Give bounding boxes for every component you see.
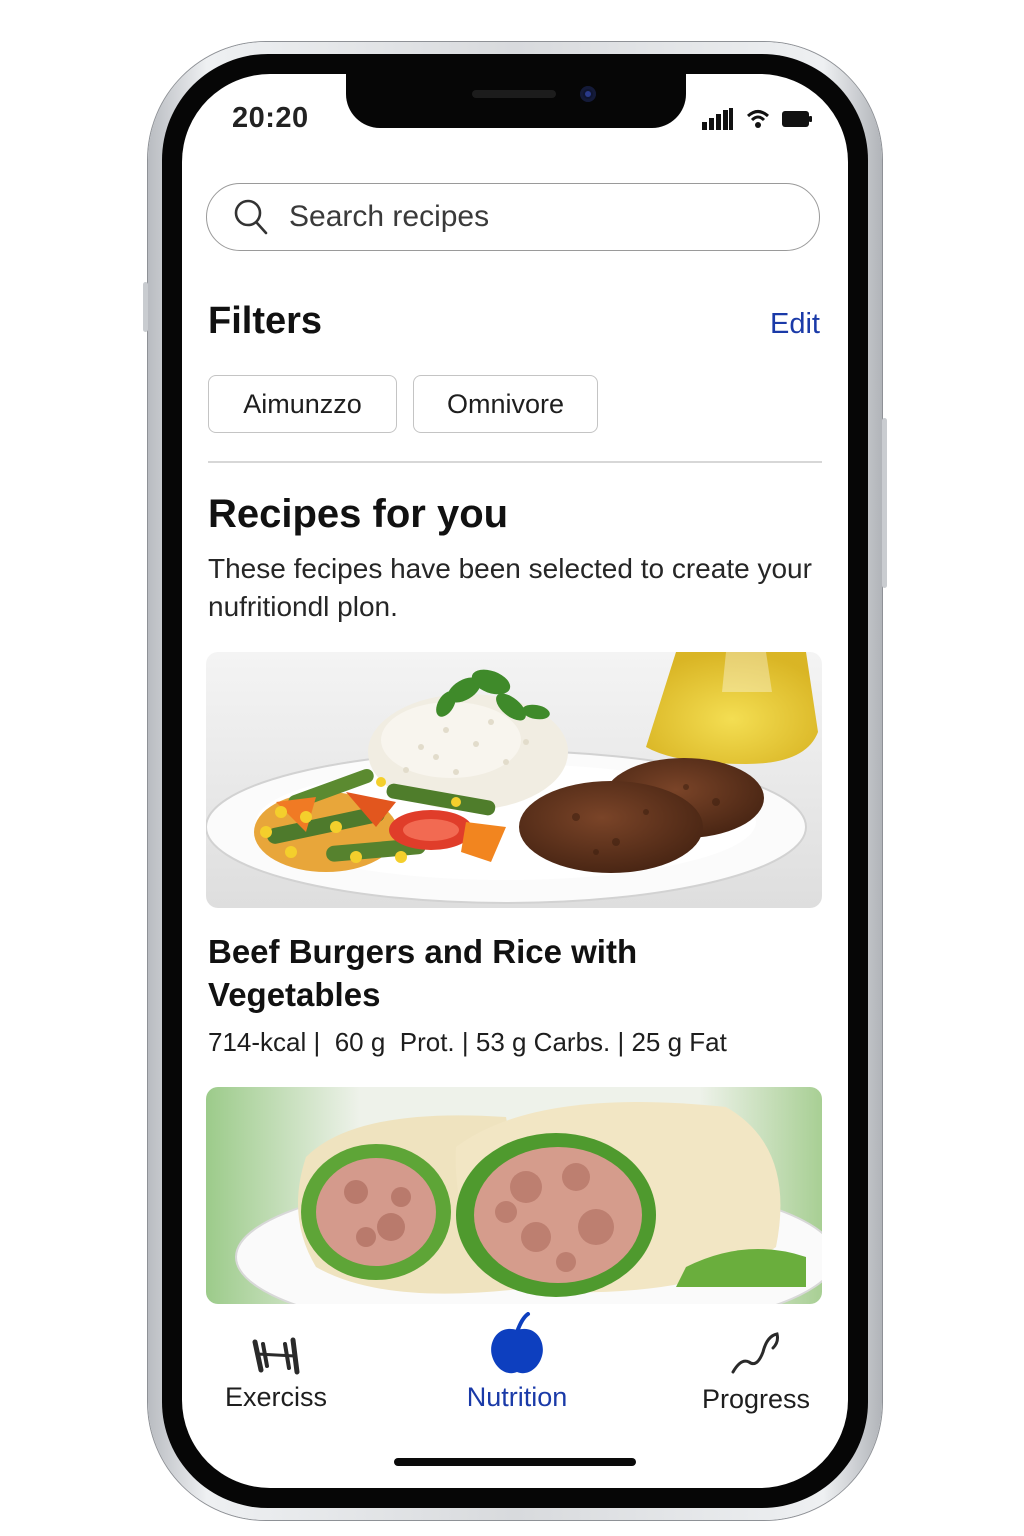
battery-icon — [782, 110, 812, 133]
recipe-image-beef-burgers[interactable] — [206, 652, 822, 908]
bottom-tab-bar: Exerciss Nutrition Progress — [206, 1304, 822, 1429]
recipes-heading: Recipes for you — [208, 492, 509, 536]
apple-icon — [488, 1312, 546, 1376]
front-camera — [580, 86, 596, 102]
recipe-title[interactable]: Beef Burgers and Rice with Vegetables — [208, 930, 768, 1016]
filter-chip-omnivore[interactable]: Omnivore — [413, 375, 598, 433]
status-icons — [702, 108, 812, 135]
speaker-grille — [472, 90, 556, 98]
page: 20:20 Search recipes Filters Edit Aimunz… — [0, 0, 1024, 1536]
tab-nutrition-label: Nutrition — [466, 1382, 568, 1412]
phone-screen: 20:20 Search recipes Filters Edit Aimunz… — [182, 74, 848, 1488]
home-indicator[interactable] — [394, 1458, 636, 1466]
signal-bars-icon — [702, 108, 734, 135]
side-button-mute — [143, 282, 148, 332]
search-icon — [233, 198, 269, 236]
recipes-subtitle: These fecipes have been selected to crea… — [208, 553, 812, 622]
trend-line-icon — [729, 1328, 783, 1378]
tab-nutrition[interactable]: Nutrition — [452, 1304, 582, 1413]
recipe-macros: 714-kcal | 60 g Prot. | 53 g Carbs. | 25… — [208, 1027, 727, 1057]
wifi-icon — [746, 108, 770, 135]
search-input[interactable] — [289, 200, 819, 234]
tab-exercise-label: Exerciss — [224, 1382, 327, 1412]
search-bar[interactable] — [206, 183, 820, 251]
tab-exercise[interactable]: Exerciss — [222, 1304, 330, 1413]
recipe-image-tuna-wrap[interactable] — [206, 1087, 822, 1304]
tab-progress[interactable]: Progress — [694, 1304, 818, 1415]
filters-edit-link[interactable]: Edit — [770, 308, 820, 341]
filters-heading: Filters — [208, 300, 323, 342]
status-time: 20:20 — [232, 102, 309, 134]
section-divider — [208, 461, 822, 463]
notch — [346, 74, 686, 128]
side-button-power — [882, 418, 887, 588]
tab-progress-label: Progress — [701, 1384, 811, 1414]
dumbbell-icon — [249, 1334, 303, 1376]
filter-chip-aimunzzo[interactable]: Aimunzzo — [208, 375, 397, 433]
